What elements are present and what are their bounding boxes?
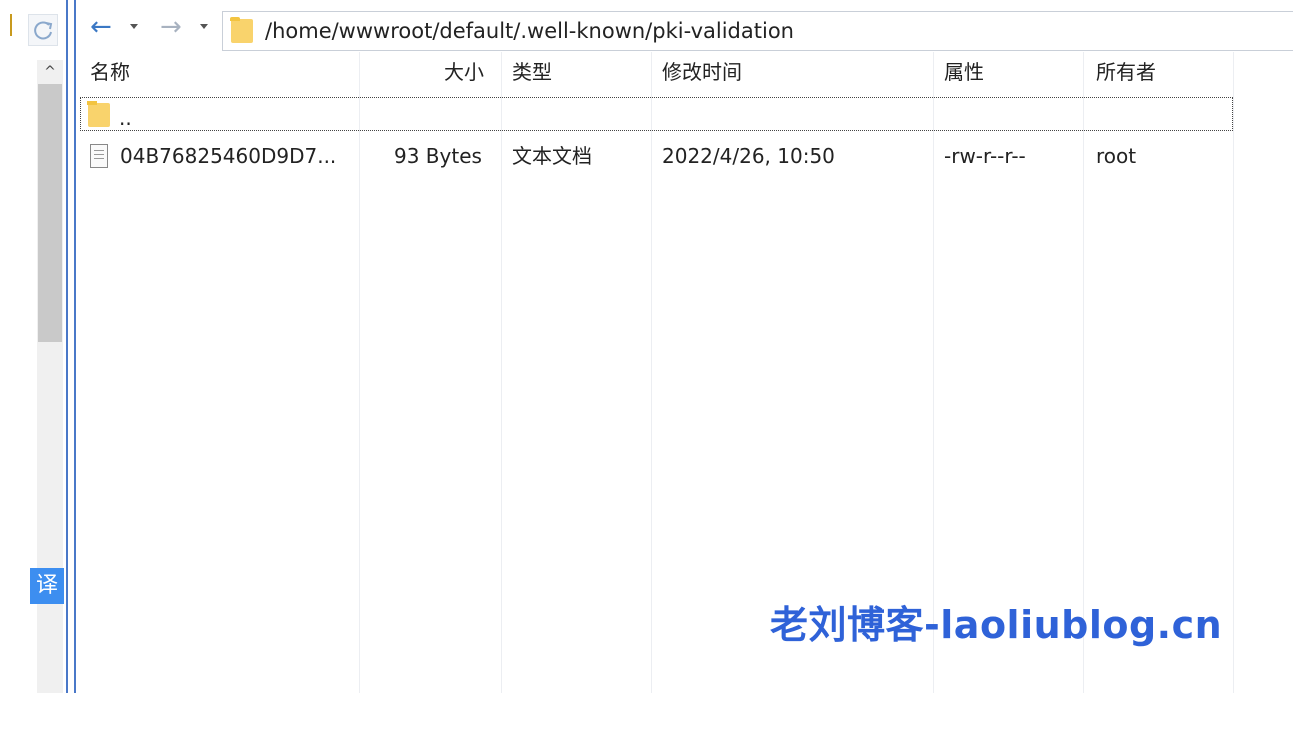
file-name: 04B76825460D9D7...	[120, 144, 337, 168]
file-attributes: -rw-r--r--	[944, 144, 1026, 168]
list-item[interactable]: 04B76825460D9D7... 93 Bytes 文本文档 2022/4/…	[78, 138, 1238, 176]
refresh-button[interactable]	[28, 14, 58, 46]
pane-divider-line	[66, 0, 68, 693]
path-input[interactable]: /home/wwwroot/default/.well-known/pki-va…	[222, 11, 1293, 51]
file-size: 93 Bytes	[394, 144, 482, 168]
column-header-name[interactable]: 名称	[90, 59, 130, 85]
file-type: 文本文档	[512, 144, 592, 168]
refresh-icon	[34, 21, 53, 40]
column-header-size[interactable]: 大小	[444, 59, 484, 85]
left-edge-marker	[10, 14, 12, 36]
folder-icon	[87, 101, 110, 127]
scrollbar-thumb[interactable]	[38, 84, 62, 342]
translate-button[interactable]: 译	[30, 568, 64, 604]
watermark-text: 老刘博客-laoliublog.cn	[770, 603, 1223, 647]
file-owner: root	[1096, 144, 1137, 168]
text-file-icon	[90, 144, 108, 168]
scroll-up-button[interactable]: ^	[37, 60, 63, 84]
column-header-owner[interactable]: 所有者	[1096, 59, 1156, 85]
pane-divider-line[interactable]	[74, 0, 76, 693]
path-text[interactable]: /home/wwwroot/default/.well-known/pki-va…	[265, 19, 794, 43]
file-name: ..	[119, 106, 132, 130]
file-modified: 2022/4/26, 10:50	[662, 144, 835, 168]
address-toolbar: ← → /home/wwwroot/default/.well-known/pk…	[78, 6, 1293, 59]
list-item[interactable]: ..	[80, 97, 1233, 131]
column-header-type[interactable]: 类型	[512, 59, 552, 85]
forward-arrow-icon[interactable]: →	[160, 14, 182, 40]
column-header-modified[interactable]: 修改时间	[662, 59, 742, 85]
forward-history-dropdown-icon[interactable]	[200, 24, 208, 29]
back-history-dropdown-icon[interactable]	[130, 24, 138, 29]
column-header-row: 名称 大小 类型 修改时间 属性 所有者	[78, 52, 1238, 92]
back-arrow-icon[interactable]: ←	[90, 14, 112, 40]
folder-icon	[230, 17, 253, 43]
bottom-margin	[0, 693, 1293, 743]
column-header-attributes[interactable]: 属性	[944, 59, 984, 85]
